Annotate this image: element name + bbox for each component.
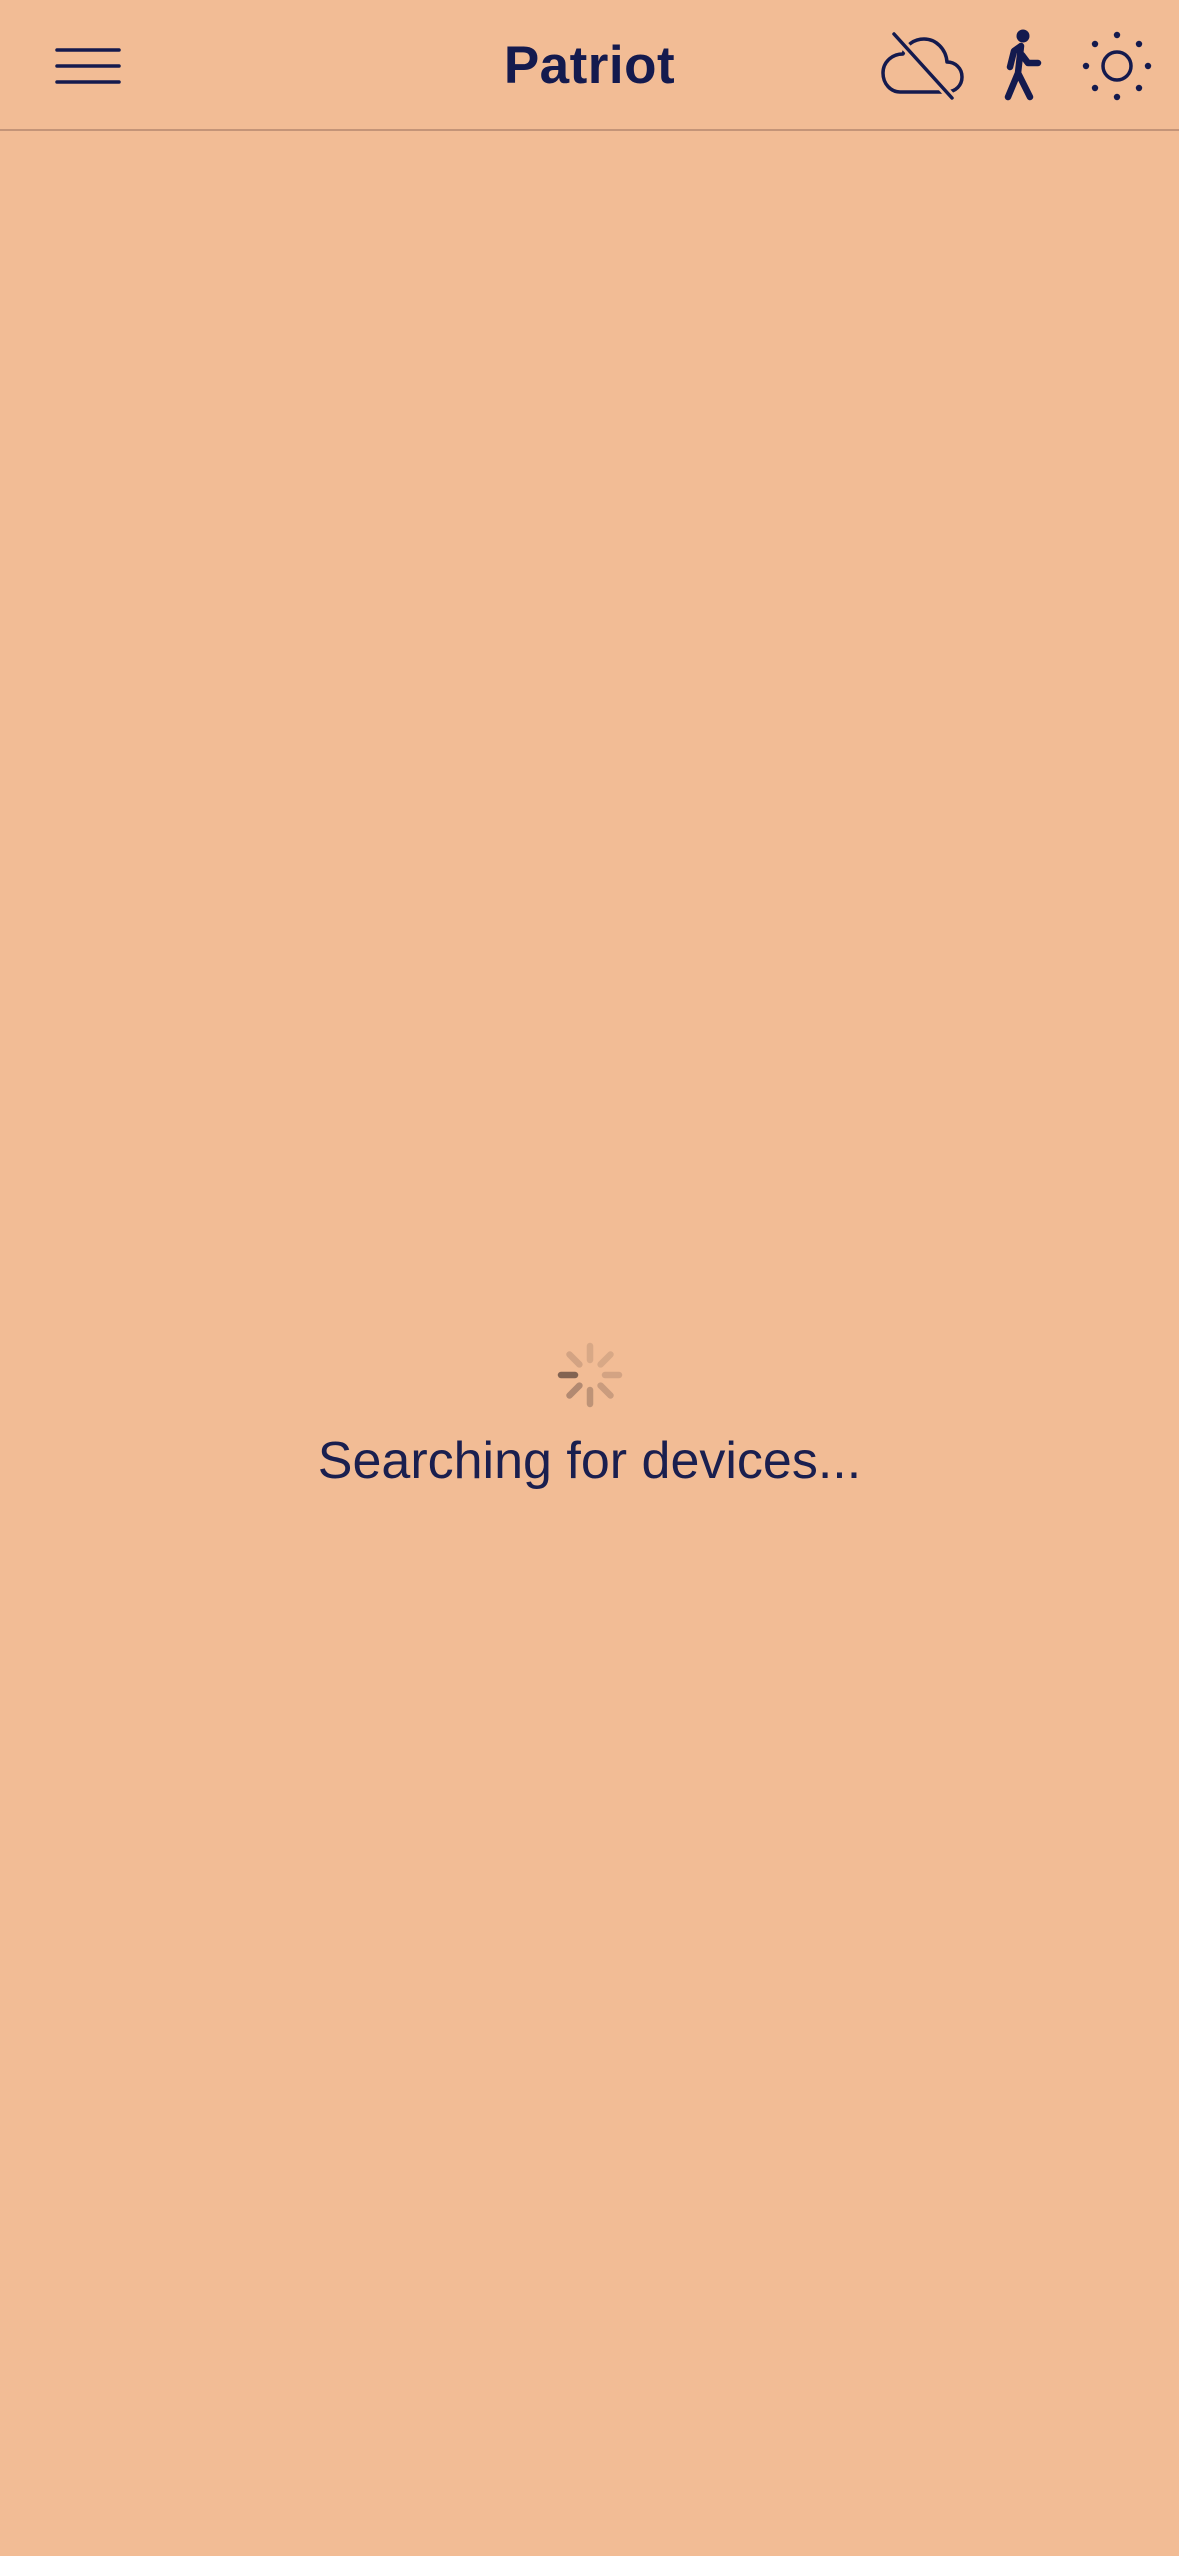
activity-spinner-icon bbox=[557, 1342, 622, 1408]
hamburger-menu-icon bbox=[55, 48, 121, 84]
brightness-button[interactable] bbox=[1074, 24, 1160, 108]
walking-person-icon bbox=[1004, 29, 1042, 101]
menu-button[interactable] bbox=[40, 34, 136, 98]
sun-brightness-icon bbox=[1082, 31, 1152, 101]
activity-mode-button[interactable] bbox=[990, 24, 1056, 108]
cloud-sync-button[interactable] bbox=[876, 24, 968, 108]
cloud-off-icon bbox=[881, 30, 964, 102]
status-text: Searching for devices... bbox=[317, 1432, 862, 1490]
device-search-panel: Searching for devices... bbox=[0, 1340, 1179, 1494]
navigation-bar: Patriot bbox=[0, 0, 1179, 131]
